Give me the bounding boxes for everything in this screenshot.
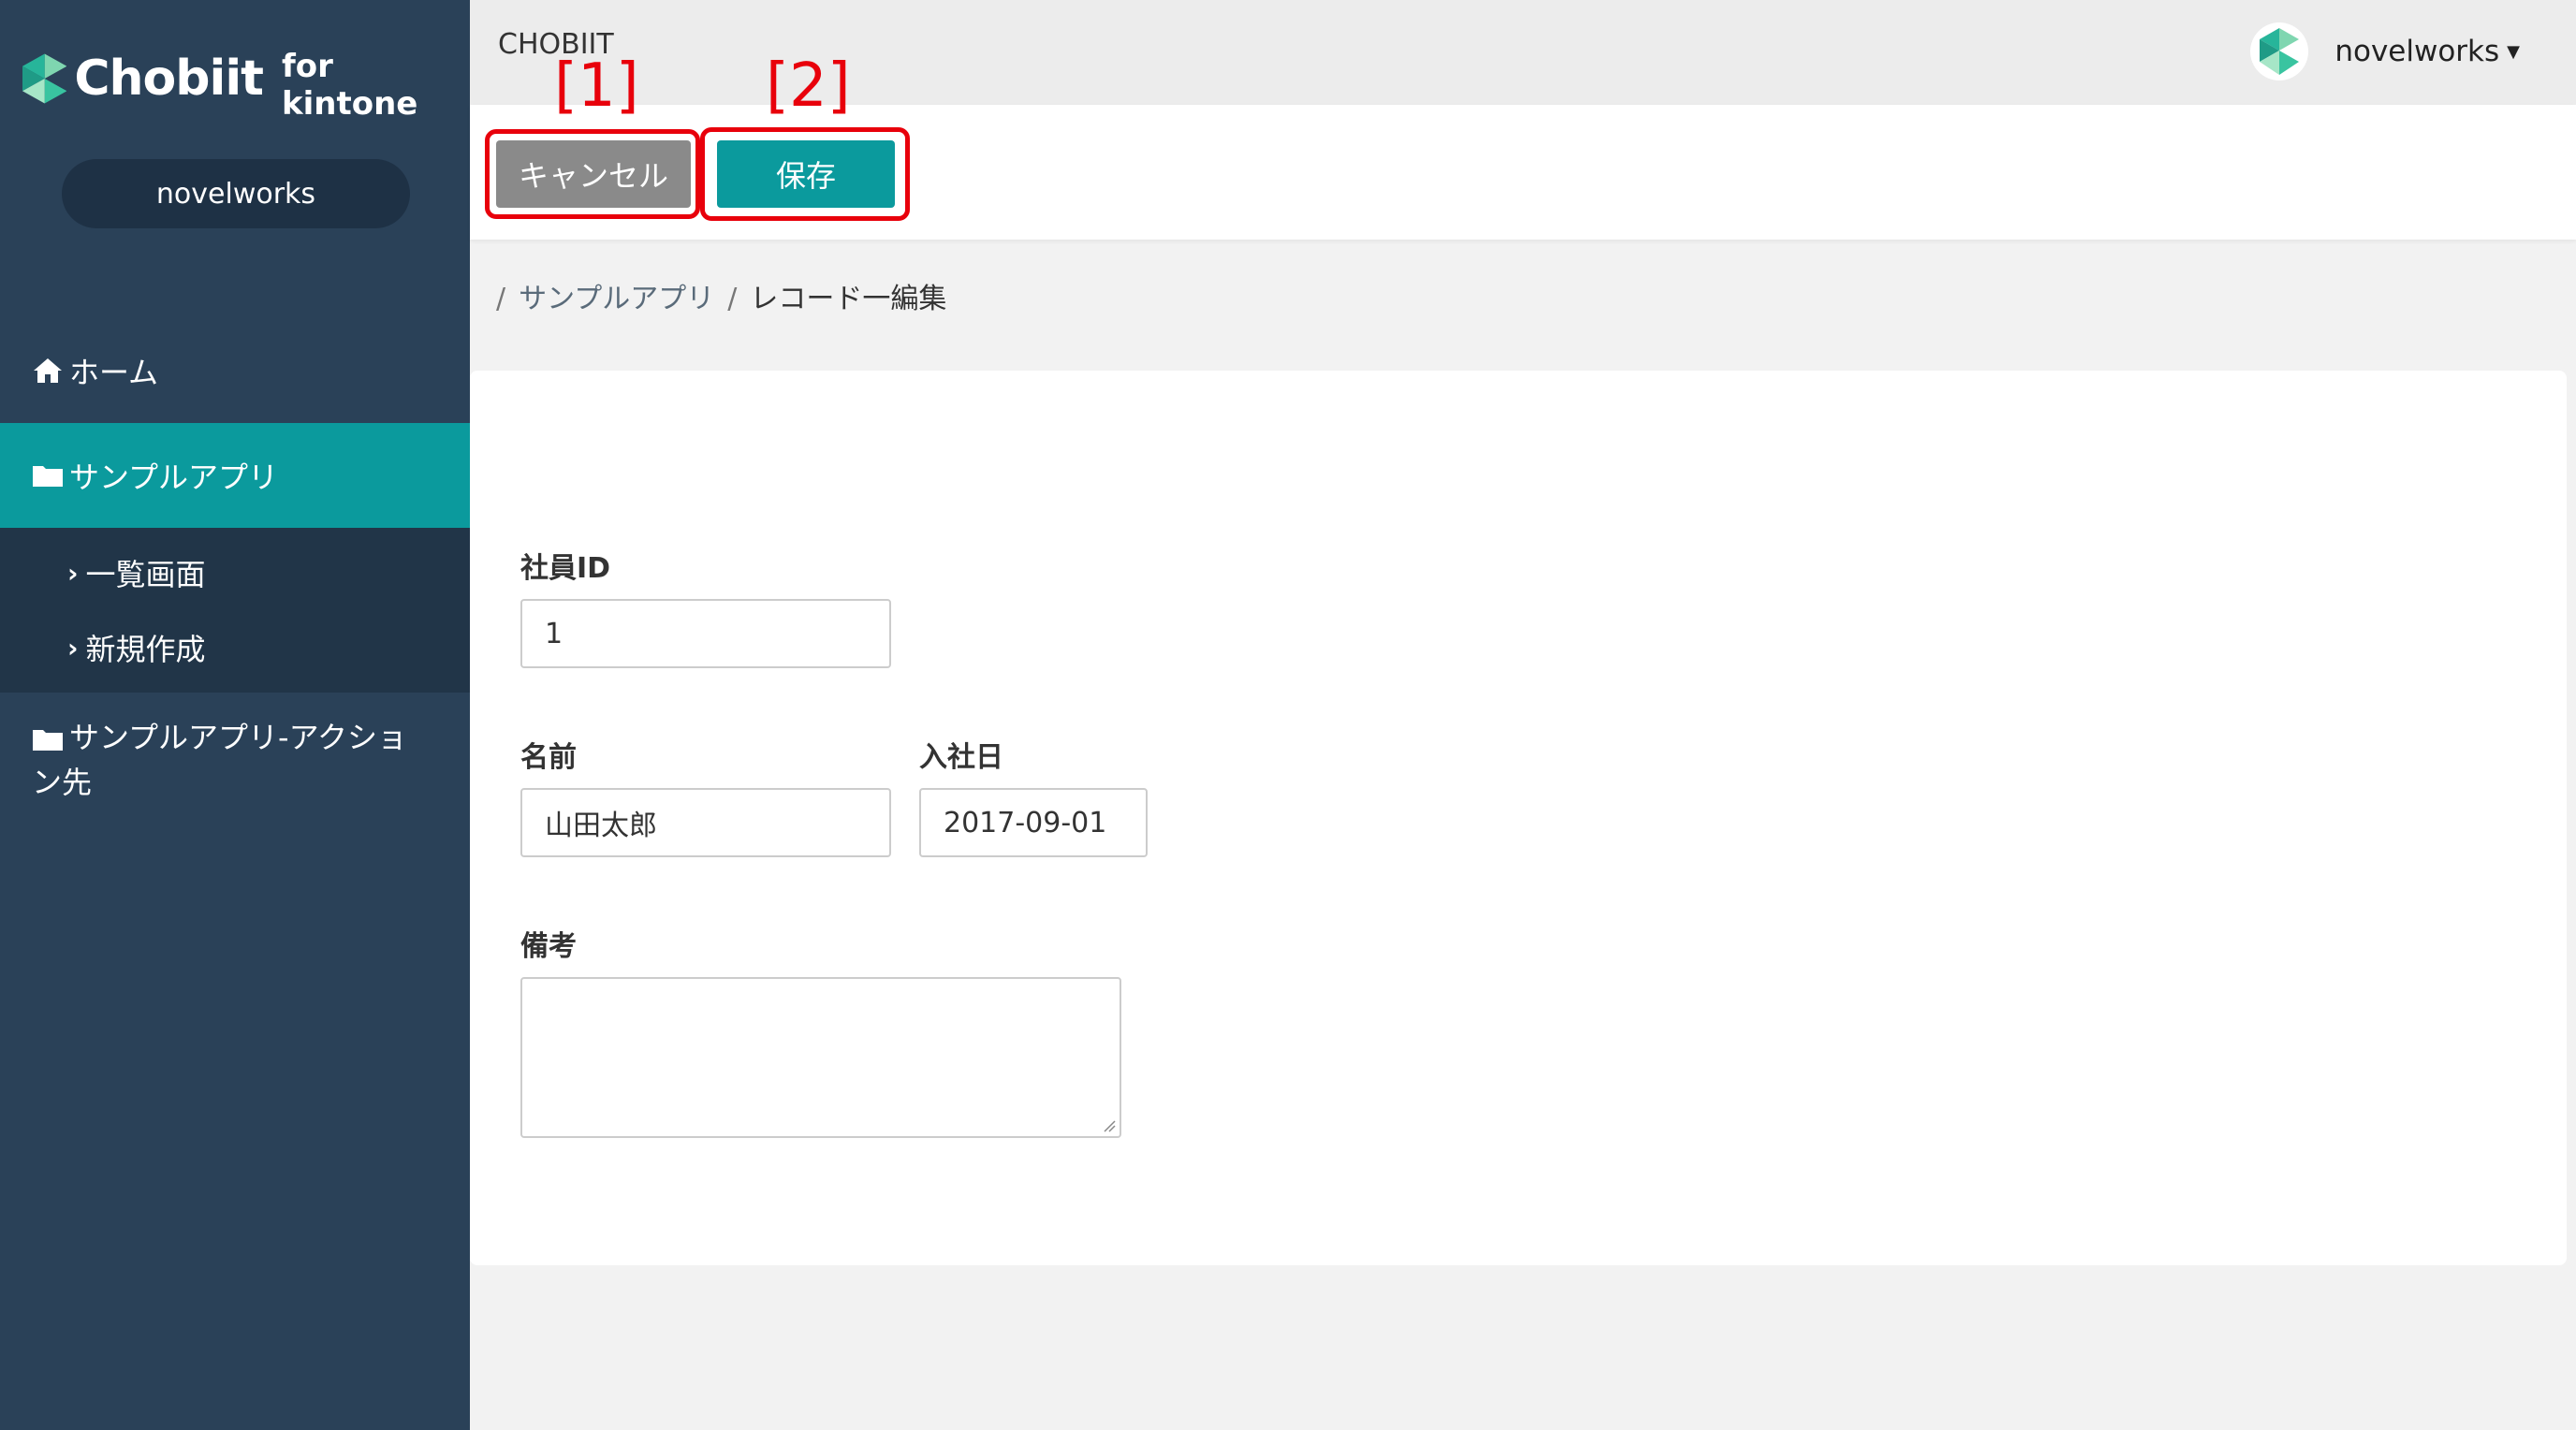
sidebar-item-sample-app[interactable]: サンプルアプリ	[0, 423, 470, 528]
sidebar-nav: ホーム サンプルアプリ › 一覧画面 › 新規作成 サンプルアプリ-アクション先	[0, 333, 470, 805]
account-menu[interactable]: novelworks ▼	[2250, 22, 2520, 80]
folder-icon	[33, 730, 63, 751]
sidebar-item-new-record[interactable]: › 新規作成	[0, 610, 470, 685]
app-layout: Chobiit for kintone novelworks ホーム サンプルア…	[0, 0, 2576, 1430]
chevron-right-icon: ›	[67, 632, 79, 664]
name-label: 名前	[520, 741, 577, 774]
action-toolbar: キャンセル 保存	[470, 105, 2576, 240]
sidebar-item-home[interactable]: ホーム	[0, 333, 470, 408]
name-input[interactable]: 山田太郎	[520, 788, 891, 857]
employee-id-input[interactable]: 1	[520, 599, 891, 668]
sidebar-item-sample-app-action[interactable]: サンプルアプリ-アクション先	[0, 715, 470, 805]
annotation-label-2: [2]	[766, 51, 851, 121]
brand-subtitle: for kintone	[282, 48, 418, 123]
sidebar-item-label: ホーム	[69, 355, 159, 390]
highlight-box-1	[485, 129, 700, 219]
highlight-box-2	[700, 127, 910, 221]
employee-id-label: 社員ID	[520, 552, 611, 585]
folder-icon	[33, 466, 63, 487]
resize-grip-icon[interactable]	[1101, 1117, 1116, 1132]
sidebar-item-label: 新規作成	[85, 632, 206, 667]
annotation-label-1: [1]	[554, 51, 639, 121]
sidebar: Chobiit for kintone novelworks ホーム サンプルア…	[0, 0, 470, 1430]
notes-textarea[interactable]	[520, 977, 1121, 1138]
user-pill[interactable]: novelworks	[62, 159, 410, 228]
user-name: novelworks	[155, 177, 316, 211]
sidebar-item-list-view[interactable]: › 一覧画面	[0, 535, 470, 610]
account-avatar-icon	[2250, 22, 2309, 80]
breadcrumb-separator: /	[727, 283, 738, 315]
sidebar-item-label: サンプルアプリ-アクション先	[32, 720, 407, 800]
join-date-label: 入社日	[919, 741, 1003, 774]
home-icon	[34, 358, 62, 383]
join-date-input[interactable]: 2017-09-01	[919, 788, 1148, 857]
breadcrumb-separator: /	[496, 283, 506, 315]
breadcrumb-current: レコード一編集	[750, 283, 947, 315]
chevron-right-icon: ›	[67, 557, 79, 589]
breadcrumb-link-app[interactable]: サンプルアプリ	[519, 283, 714, 315]
breadcrumb: / サンプルアプリ / レコード一編集	[483, 275, 946, 316]
record-edit-form: 社員ID 1 名前 山田太郎 入社日 2017-09-01 備考	[470, 371, 2567, 1265]
brand-name: Chobiit	[74, 51, 264, 107]
account-name: novelworks	[2334, 35, 2500, 68]
sidebar-item-label: サンプルアプリ	[69, 460, 279, 495]
chobiit-logo-icon	[22, 53, 67, 104]
sidebar-subnav: › 一覧画面 › 新規作成	[0, 528, 470, 693]
caret-down-icon: ▼	[2507, 41, 2520, 62]
notes-label: 備考	[520, 930, 577, 963]
sidebar-item-label: 一覧画面	[85, 557, 206, 592]
brand[interactable]: Chobiit for kintone	[22, 48, 470, 123]
